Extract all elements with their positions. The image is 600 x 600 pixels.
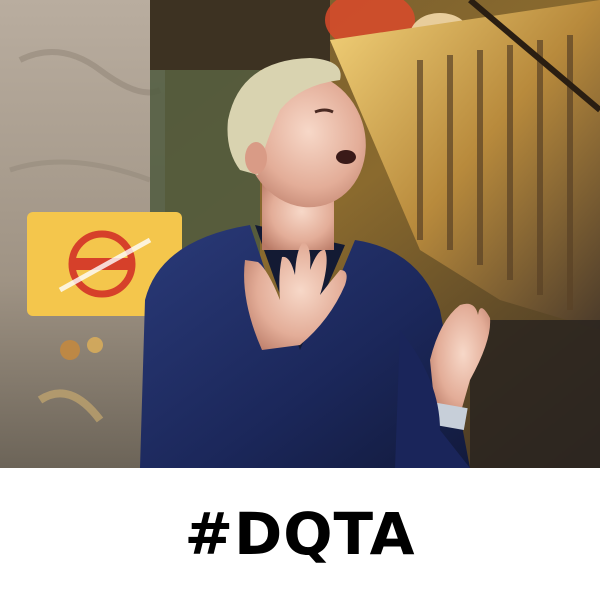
mouth [336, 150, 356, 164]
photo-illustration [0, 0, 600, 468]
image-frame: #DQTA [0, 0, 600, 600]
caption-area: #DQTA [0, 468, 600, 600]
photo [0, 0, 600, 468]
hashtag-caption: #DQTA [184, 500, 416, 568]
